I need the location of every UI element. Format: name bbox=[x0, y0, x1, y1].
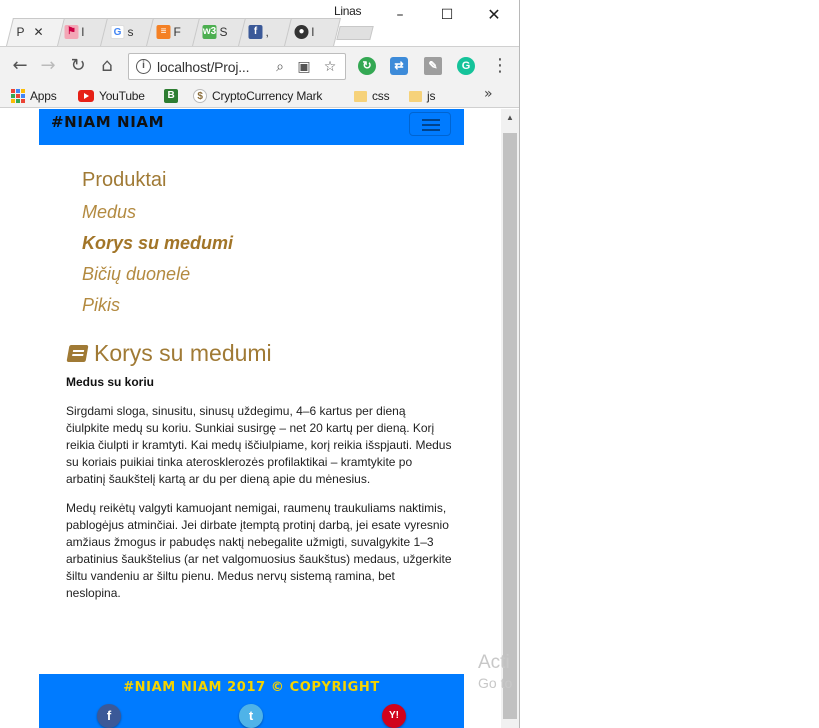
nav-heading: Produktai bbox=[82, 169, 167, 191]
page-scrollbar[interactable]: ▲ bbox=[501, 109, 519, 728]
article-title: Korys su medumi bbox=[66, 340, 452, 367]
url-text[interactable]: localhost/Proj... bbox=[157, 59, 250, 75]
apps-grid-icon bbox=[11, 89, 25, 103]
bookmark-label: css bbox=[372, 89, 390, 103]
site-navbar: #NIAM NIAM bbox=[39, 109, 464, 145]
tab-title: s bbox=[127, 25, 134, 39]
google-icon: G bbox=[110, 25, 125, 39]
browser-window: Linas – ☐ ✕ P ✕ ⚑ l G s ≡ F w3 S f , ● l… bbox=[0, 0, 520, 728]
watermark-line-1: Acti bbox=[478, 652, 510, 673]
tab-title: , bbox=[265, 25, 269, 39]
bookmark-bitbucket[interactable]: B bbox=[164, 87, 178, 105]
site-footer: #NIAM NIAM 2017 © COPYRIGHT f t Y! bbox=[39, 674, 464, 728]
new-tab-button[interactable] bbox=[336, 26, 374, 40]
article-subtitle: Medus su koriu bbox=[66, 375, 155, 389]
yahoo-icon[interactable]: Y! bbox=[382, 704, 406, 728]
w3schools-icon: w3 bbox=[202, 25, 217, 39]
translate-icon[interactable]: ▣ bbox=[295, 58, 313, 76]
bookmark-label: js bbox=[427, 89, 436, 103]
bookmark-label: Apps bbox=[30, 89, 57, 103]
coin-icon: $ bbox=[193, 89, 207, 103]
extension-blue-icon[interactable]: ⇄ bbox=[390, 57, 408, 75]
bookmarks-bar: Apps YouTube B $ CryptoCurrency Mark css… bbox=[0, 84, 519, 108]
product-nav: Produktai Medus Korys su medumi Bičių du… bbox=[82, 169, 233, 326]
stackoverflow-icon: ≡ bbox=[156, 25, 171, 39]
folder-icon bbox=[409, 90, 422, 102]
bookmark-folder-css[interactable]: css bbox=[354, 87, 390, 105]
profile-icon: ● bbox=[294, 25, 309, 39]
pink-flag-icon: ⚑ bbox=[64, 25, 79, 39]
grammarly-icon[interactable]: G bbox=[457, 57, 475, 75]
zoom-icon[interactable]: ⌕ bbox=[271, 58, 289, 76]
tab-title: P bbox=[16, 25, 25, 39]
tab-strip: P ✕ ⚑ l G s ≡ F w3 S f , ● l bbox=[6, 18, 374, 46]
article-paragraph: Sirgdami sloga, sinusitu, sinusų uždegim… bbox=[66, 404, 452, 486]
tab[interactable]: ● l bbox=[284, 18, 341, 46]
title-bar: Linas – ☐ ✕ P ✕ ⚑ l G s ≡ F w3 S f , ● l bbox=[0, 0, 519, 46]
tab-title: S bbox=[219, 25, 228, 39]
extension-green-icon[interactable]: ↻ bbox=[358, 57, 376, 75]
tab-active[interactable]: P ✕ bbox=[6, 18, 65, 46]
bookmark-youtube[interactable]: YouTube bbox=[78, 87, 145, 105]
nav-link-biciu-duonele[interactable]: Bičių duonelė bbox=[82, 264, 233, 285]
address-bar[interactable]: i localhost/Proj... ⌕ ▣ ☆ bbox=[128, 53, 346, 80]
bookmark-label: YouTube bbox=[99, 89, 145, 103]
bitbucket-icon: B bbox=[164, 89, 178, 103]
article-paragraph: Medų reikėtų valgyti kamuojant nemigai, … bbox=[66, 501, 452, 600]
twitter-icon[interactable]: t bbox=[239, 704, 263, 728]
bookmarks-overflow-button[interactable]: » bbox=[484, 86, 493, 102]
minimize-button[interactable]: – bbox=[389, 6, 411, 24]
facebook-icon: f bbox=[248, 25, 263, 39]
extension-pdf-icon[interactable]: ✎ bbox=[424, 57, 442, 75]
article-title-text: Korys su medumi bbox=[94, 340, 272, 366]
bookmark-folder-js[interactable]: js bbox=[409, 87, 435, 105]
nav-link-korys-su-medumi[interactable]: Korys su medumi bbox=[82, 233, 233, 254]
bookmark-apps[interactable]: Apps bbox=[11, 87, 57, 105]
back-button[interactable]: ← bbox=[10, 56, 30, 76]
maximize-button[interactable]: ☐ bbox=[436, 6, 458, 24]
tab-close-icon[interactable]: ✕ bbox=[34, 25, 44, 39]
navigation-toolbar: ← → ↻ ⌂ i localhost/Proj... ⌕ ▣ ☆ ↻ ⇄ ✎ … bbox=[0, 46, 519, 84]
nav-link-medus[interactable]: Medus bbox=[82, 202, 233, 223]
book-icon bbox=[66, 345, 90, 363]
bookmark-cryptocurrency[interactable]: $ CryptoCurrency Mark bbox=[193, 87, 322, 105]
article: Korys su medumi Medus su koriu Sirgdami … bbox=[66, 340, 452, 614]
profile-name[interactable]: Linas bbox=[334, 4, 362, 18]
info-icon[interactable]: i bbox=[136, 59, 151, 74]
site-brand[interactable]: #NIAM NIAM bbox=[51, 113, 164, 131]
scrollbar-thumb[interactable] bbox=[503, 133, 517, 719]
facebook-icon[interactable]: f bbox=[97, 704, 121, 728]
chrome-menu-button[interactable]: ⋮ bbox=[490, 56, 510, 76]
tab-title: F bbox=[173, 25, 181, 39]
close-window-button[interactable]: ✕ bbox=[483, 6, 505, 24]
copyright-text: #NIAM NIAM 2017 © COPYRIGHT bbox=[123, 680, 380, 695]
reload-button[interactable]: ↻ bbox=[68, 56, 88, 76]
navbar-toggle-button[interactable] bbox=[409, 112, 451, 136]
tab-title: l bbox=[311, 25, 315, 39]
forward-button[interactable]: → bbox=[38, 56, 58, 76]
scroll-up-arrow-icon[interactable]: ▲ bbox=[501, 109, 519, 127]
bookmark-label: CryptoCurrency Mark bbox=[212, 89, 323, 103]
tab-title: l bbox=[81, 25, 85, 39]
youtube-icon bbox=[78, 90, 94, 102]
activation-watermark: Acti Go to bbox=[478, 652, 512, 691]
nav-link-pikis[interactable]: Pikis bbox=[82, 295, 233, 316]
home-button[interactable]: ⌂ bbox=[97, 56, 117, 76]
bookmark-star-icon[interactable]: ☆ bbox=[321, 58, 339, 76]
page-viewport: #NIAM NIAM Produktai Medus Korys su medu… bbox=[0, 109, 501, 728]
watermark-line-2: Go to bbox=[478, 675, 513, 691]
folder-icon bbox=[354, 90, 367, 102]
